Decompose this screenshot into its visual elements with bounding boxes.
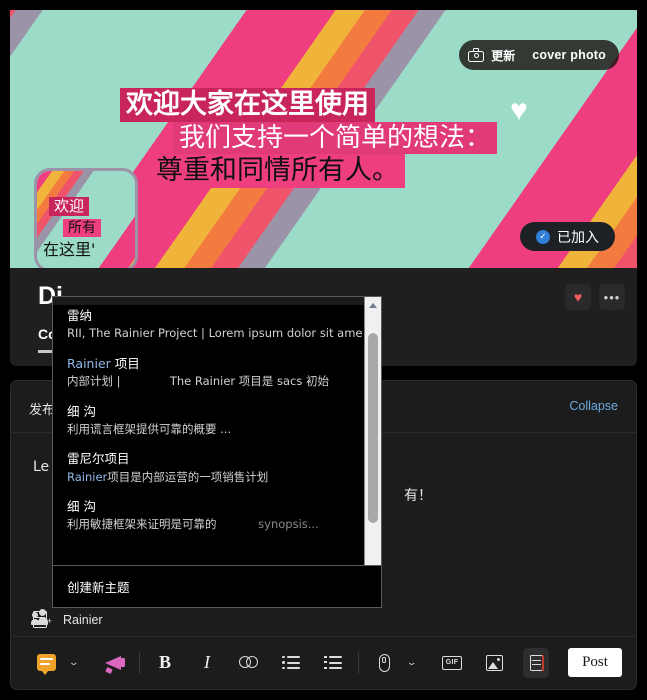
bold-button[interactable]: B — [152, 648, 178, 678]
update-cover-label-en: cover photo — [532, 48, 606, 62]
bold-icon: B — [158, 652, 171, 672]
image-button[interactable] — [481, 648, 507, 678]
create-new-topic-label: 创建新主题 — [67, 580, 130, 595]
header-actions: ♥ ••• — [565, 284, 625, 310]
book-icon — [33, 611, 47, 628]
joined-button[interactable]: ✓ 已加入 — [520, 222, 615, 251]
dropdown-item-subtitle-main: 利用敏捷框架来证明是可靠的 — [67, 517, 217, 532]
gif-icon: GIF — [442, 655, 462, 670]
dropdown-item-subtitle-highlight: Rainier — [67, 469, 108, 484]
dropdown-item-subtitle-extra: synopsis... — [258, 517, 319, 532]
dropdown-item-title: 细 沟 — [67, 403, 96, 419]
link-icon — [239, 656, 259, 669]
composer-toolbar: ⌄ B I ⌄ GIF Post — [11, 636, 636, 689]
post-button[interactable]: Post — [568, 648, 622, 677]
avatar-line-3: 在这里' — [43, 240, 96, 259]
dropdown-item-title-highlight: Rainier — [67, 355, 111, 371]
bulleted-list-icon — [282, 655, 300, 670]
dropdown-scrollbar[interactable] — [364, 297, 381, 577]
megaphone-icon — [103, 655, 125, 674]
numbered-list-icon — [324, 655, 342, 669]
bulleted-list-button[interactable] — [278, 648, 304, 678]
group-avatar[interactable]: 欢迎 所有 在这里' — [34, 168, 138, 272]
composer-topic-row[interactable]: Rainier — [11, 603, 636, 637]
avatar-line-2: 所有 — [63, 219, 101, 238]
check-icon: ✓ — [536, 229, 550, 244]
paperclip-icon — [378, 653, 390, 672]
camera-icon — [468, 48, 485, 62]
joined-label: 已加入 — [557, 229, 599, 246]
dropdown-top-edge — [53, 297, 364, 306]
dropdown-item[interactable]: 细 沟 利用敏捷框架来证明是可靠的 synopsis... — [67, 498, 355, 533]
dropdown-item-title: 细 沟 — [67, 499, 96, 515]
create-new-topic-item[interactable]: 创建新主题 — [53, 565, 381, 607]
dropdown-item[interactable]: 雷尼尔项目 Rainier项目是内部运营的一项销售计划 — [67, 450, 355, 485]
cover-headline-line-2: 我们支持一个简单的想法： — [173, 121, 498, 155]
app-root: 更新 cover photo 欢迎大家在这里使用 我们支持一个简单的想法： 尊重… — [0, 0, 647, 700]
speech-bubble-icon — [36, 654, 56, 675]
link-button[interactable] — [236, 648, 262, 678]
attachment-dropdown-button[interactable]: ⌄ — [397, 648, 423, 678]
announcement-dropdown-button[interactable]: ⌄ — [59, 648, 85, 678]
chevron-down-icon-2: ⌄ — [406, 657, 418, 667]
dropdown-item-subtitle-main: 内部计划 | — [67, 373, 121, 388]
italic-icon: I — [204, 652, 210, 672]
book-icon-2 — [529, 654, 544, 671]
dropdown-item-subtitle: RII, The Rainier Project | Lorem ipsum d… — [67, 326, 363, 341]
dropdown-item[interactable]: 雷纳 RII, The Rainier Project | Lorem ipsu… — [67, 307, 363, 342]
dropdown-item-subtitle: 内部计划 | The Rainier 项目是 sacs 初始 — [67, 373, 355, 390]
scrollbar-thumb[interactable] — [368, 333, 378, 523]
announcement-type-button[interactable] — [33, 648, 59, 678]
megaphone-button[interactable] — [101, 648, 127, 678]
dropdown-item-subtitle: 利用敏捷框架来证明是可靠的 synopsis... — [67, 516, 355, 533]
toolbar-divider-1 — [139, 651, 140, 674]
avatar-line-1: 欢迎 — [49, 197, 90, 217]
topic-suggestion-dropdown[interactable]: 雷纳 RII, The Rainier Project | Lorem ipsu… — [52, 296, 382, 608]
dropdown-item-subtitle: 利用谎言框架提供可靠的概要 ... — [67, 421, 232, 436]
composer-text-left: Le — [33, 459, 50, 475]
dropdown-item[interactable]: Rainier 项目 内部计划 | The Rainier 项目是 sacs 初… — [67, 355, 355, 390]
dropdown-list: 雷纳 RII, The Rainier Project | Lorem ipsu… — [53, 307, 363, 552]
favorite-button[interactable]: ♥ — [565, 284, 591, 310]
italic-button[interactable]: I — [194, 648, 220, 678]
update-cover-photo-button[interactable]: 更新 cover photo — [459, 40, 619, 70]
gif-button[interactable]: GIF — [439, 648, 465, 678]
image-icon — [485, 654, 503, 671]
dropdown-item-title: 雷纳 — [67, 308, 93, 323]
dropdown-item-title: Rainier 项目 — [67, 355, 355, 373]
dropdown-item-subtitle-extra: The Rainier 项目是 sacs 初始 — [169, 373, 329, 388]
dropdown-item-subtitle: Rainier项目是内部运营的一项销售计划 — [67, 469, 355, 486]
toolbar-divider-2 — [358, 651, 359, 674]
dropdown-item-subtitle-main: 项目是内部运营的一项销售计划 — [107, 469, 269, 484]
update-cover-label-cn: 更新 — [491, 48, 516, 63]
topic-button[interactable] — [523, 647, 549, 678]
dropdown-item[interactable]: 细 沟 利用谎言框架提供可靠的概要 ... — [67, 403, 355, 438]
topic-name: Rainier — [63, 612, 103, 627]
heart-icon-small: ♥ — [573, 289, 583, 305]
chevron-down-icon: ⌄ — [68, 657, 80, 667]
dropdown-item-title-rest: 项目 — [114, 355, 140, 371]
collapse-link[interactable]: Collapse — [569, 399, 618, 413]
more-options-button[interactable]: ••• — [599, 284, 625, 310]
dropdown-item-title: 雷尼尔项目 — [67, 451, 130, 467]
numbered-list-button[interactable] — [320, 648, 346, 678]
cover-headline-line-1: 欢迎大家在这里使用 — [120, 88, 375, 122]
scroll-up-arrow-icon[interactable] — [365, 297, 381, 314]
attachment-button[interactable] — [371, 648, 397, 678]
composer-text-right: 有！ — [404, 488, 432, 504]
heart-icon: ♥ — [510, 94, 528, 127]
ellipsis-icon: ••• — [603, 289, 621, 305]
cover-headline-line-3: 尊重和同情所有人。 — [150, 154, 405, 188]
